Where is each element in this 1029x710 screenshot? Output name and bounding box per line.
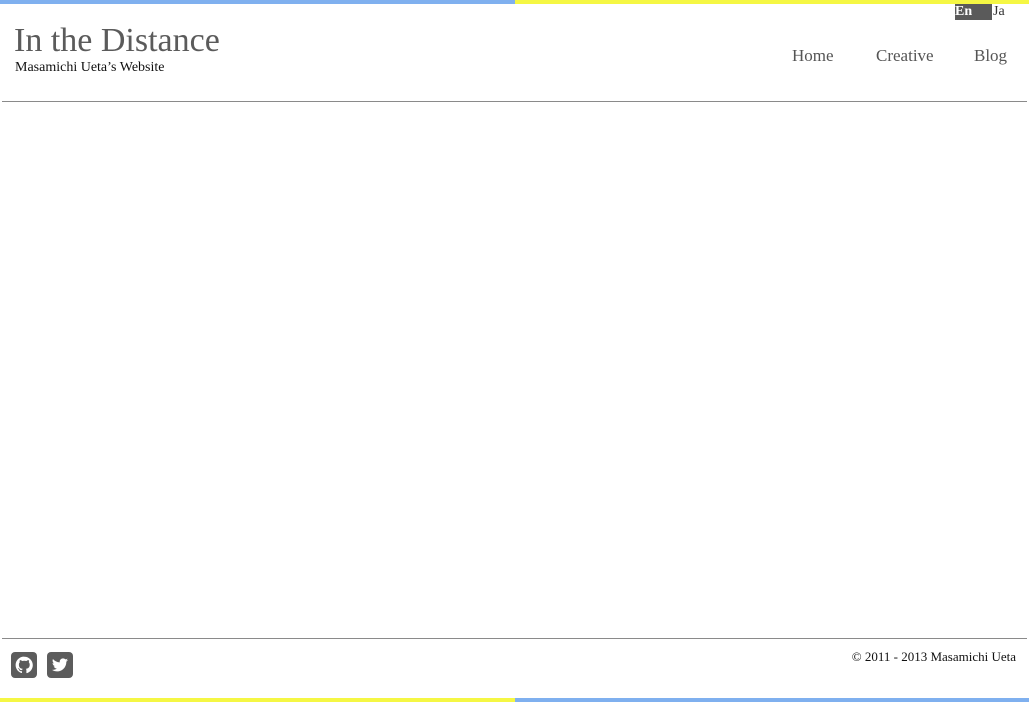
nav-creative-link[interactable]: Creative bbox=[876, 46, 934, 66]
language-en-button[interactable]: En bbox=[955, 4, 992, 20]
top-accent-bar-yellow bbox=[514, 0, 1029, 4]
nav-home-link[interactable]: Home bbox=[792, 46, 834, 66]
main-nav: Home Creative Blog bbox=[0, 46, 1029, 66]
bottom-accent-bar bbox=[0, 698, 1029, 702]
copyright-text: © 2011 - 2013 Masamichi Ueta bbox=[851, 649, 1016, 664]
top-accent-bar-blue bbox=[0, 0, 515, 4]
language-switcher: En Ja bbox=[955, 4, 1005, 20]
social-links bbox=[11, 652, 73, 678]
twitter-icon[interactable] bbox=[47, 652, 73, 678]
bottom-accent-bar-yellow bbox=[0, 698, 515, 702]
main-content bbox=[0, 103, 1029, 637]
language-ja-button[interactable]: Ja bbox=[992, 4, 1005, 20]
footer-divider bbox=[2, 638, 1027, 639]
bottom-accent-bar-blue bbox=[514, 698, 1029, 702]
github-icon[interactable] bbox=[11, 652, 37, 678]
nav-blog-link[interactable]: Blog bbox=[974, 46, 1007, 66]
header-divider bbox=[2, 101, 1027, 102]
top-accent-bar bbox=[0, 0, 1029, 4]
